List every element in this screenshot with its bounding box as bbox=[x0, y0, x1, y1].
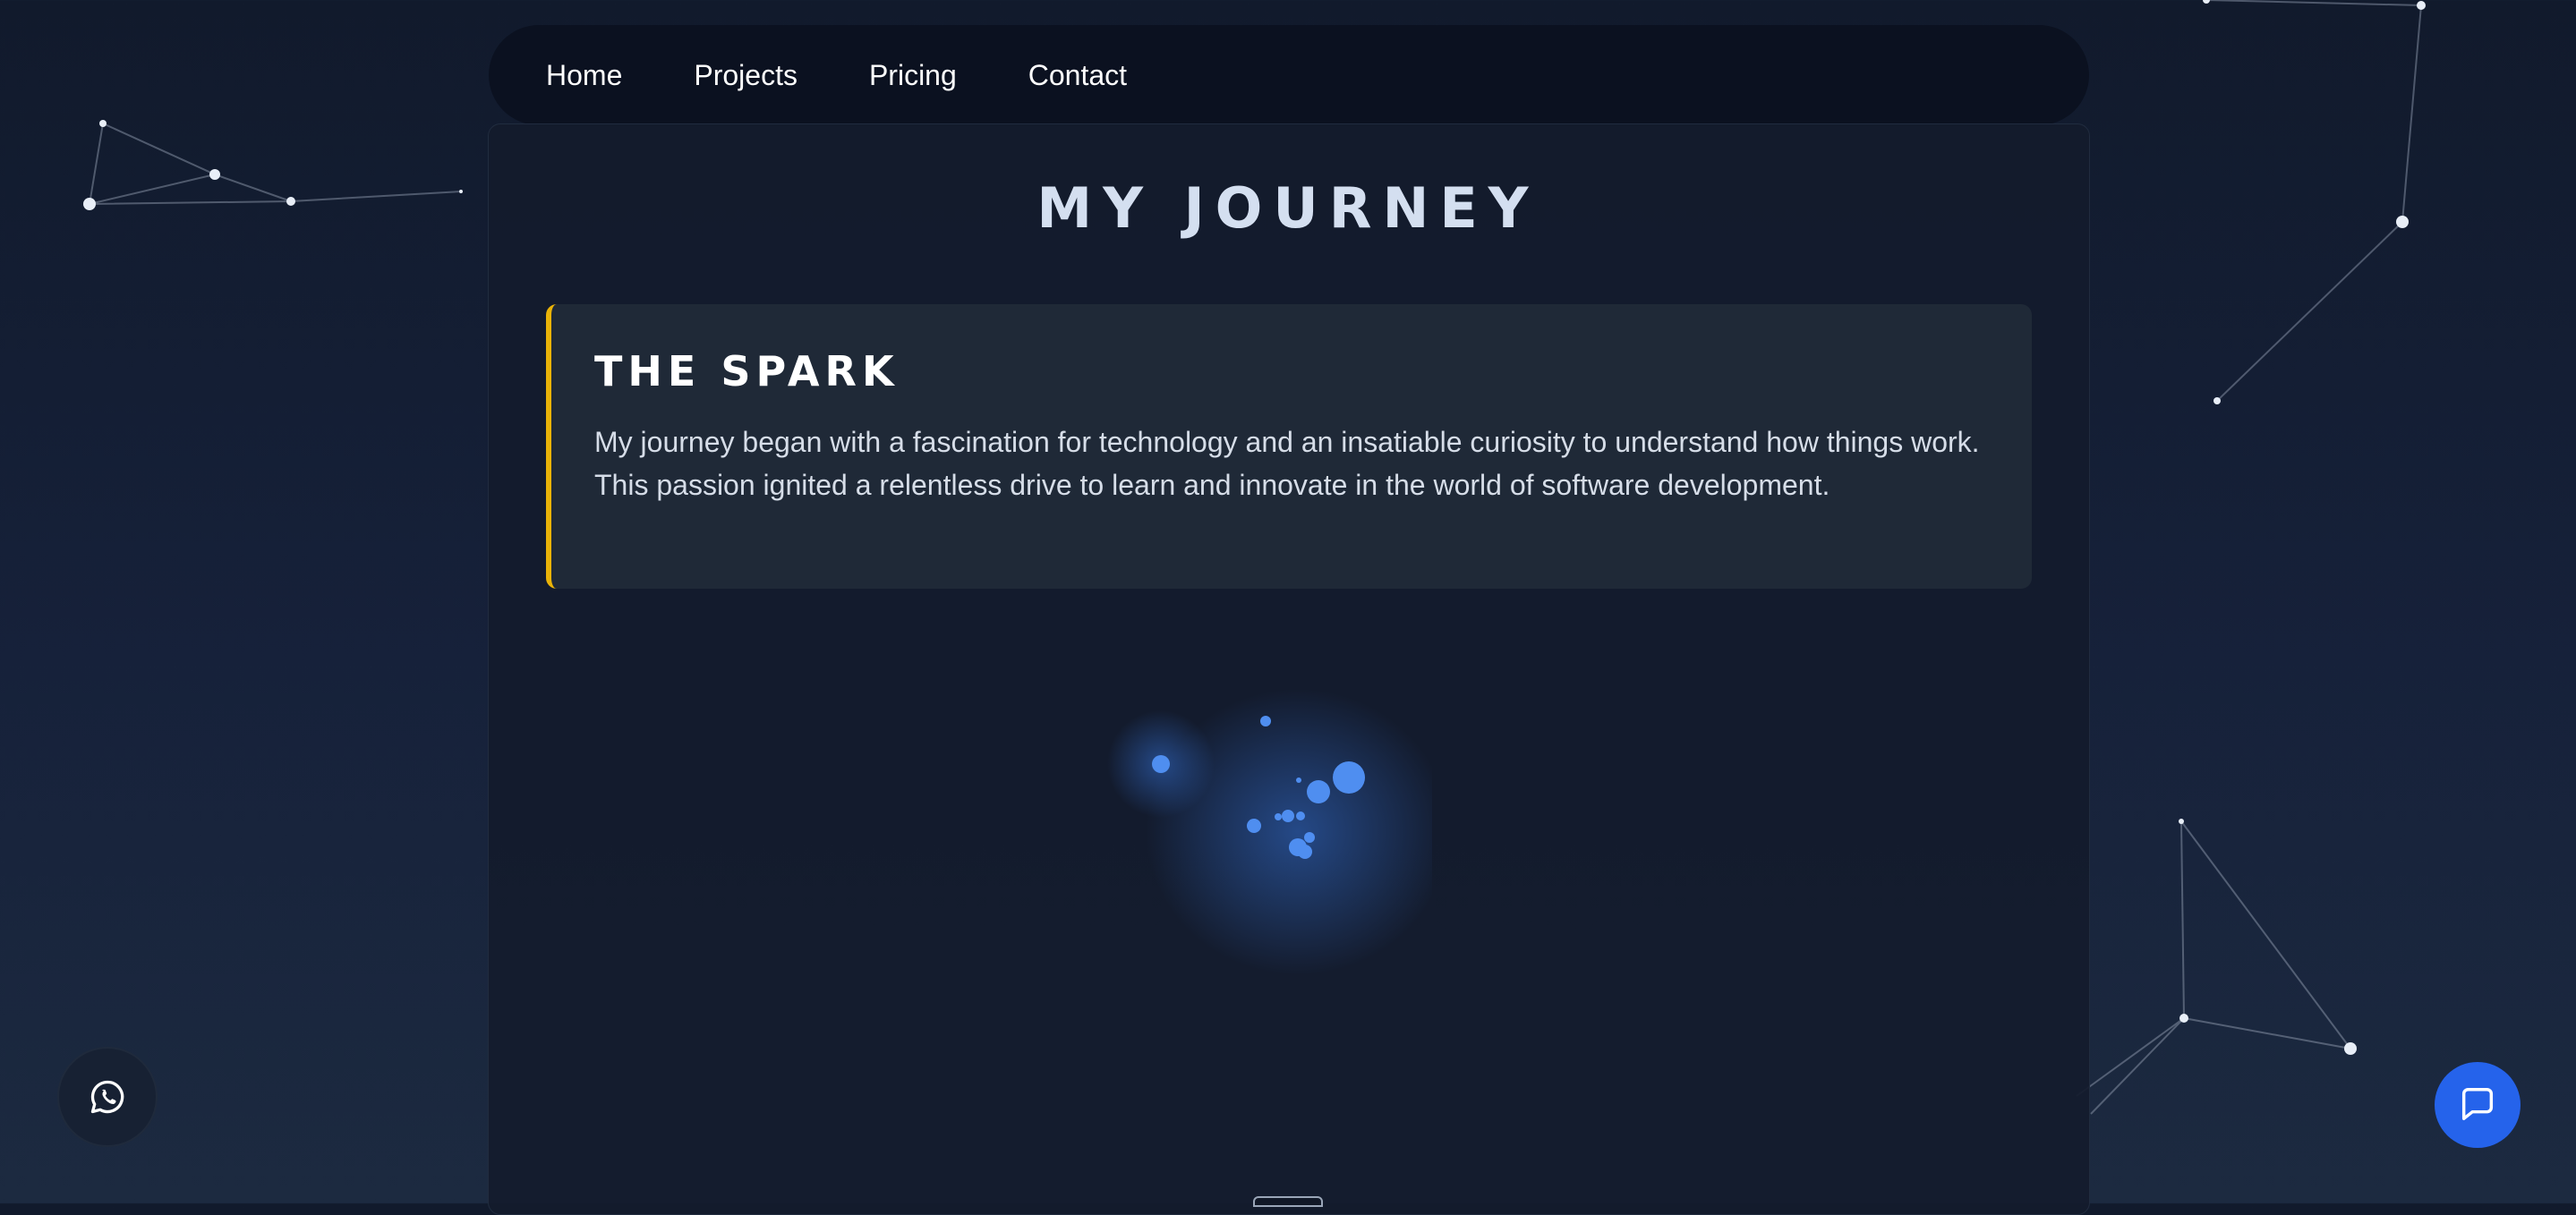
scroll-indicator[interactable] bbox=[1253, 1196, 1323, 1207]
whatsapp-icon bbox=[90, 1080, 124, 1114]
card-heading: THE SPARK bbox=[594, 347, 900, 395]
nav-contact[interactable]: Contact bbox=[1028, 59, 1127, 92]
whatsapp-button[interactable] bbox=[57, 1047, 158, 1147]
nav-home[interactable]: Home bbox=[546, 59, 622, 92]
nav-projects[interactable]: Projects bbox=[694, 59, 798, 92]
nav-pricing[interactable]: Pricing bbox=[869, 59, 957, 92]
top-nav: Home Projects Pricing Contact bbox=[489, 25, 2089, 125]
journey-card: THE SPARK My journey began with a fascin… bbox=[546, 304, 2032, 589]
card-body: My journey began with a fascination for … bbox=[594, 426, 1980, 501]
content-panel bbox=[488, 123, 2090, 1215]
glowing-particles bbox=[1107, 689, 1432, 975]
page-title: MY JOURNEY bbox=[1036, 175, 1540, 241]
chat-button[interactable] bbox=[2435, 1062, 2521, 1148]
chat-bubble-icon bbox=[2461, 1088, 2494, 1121]
